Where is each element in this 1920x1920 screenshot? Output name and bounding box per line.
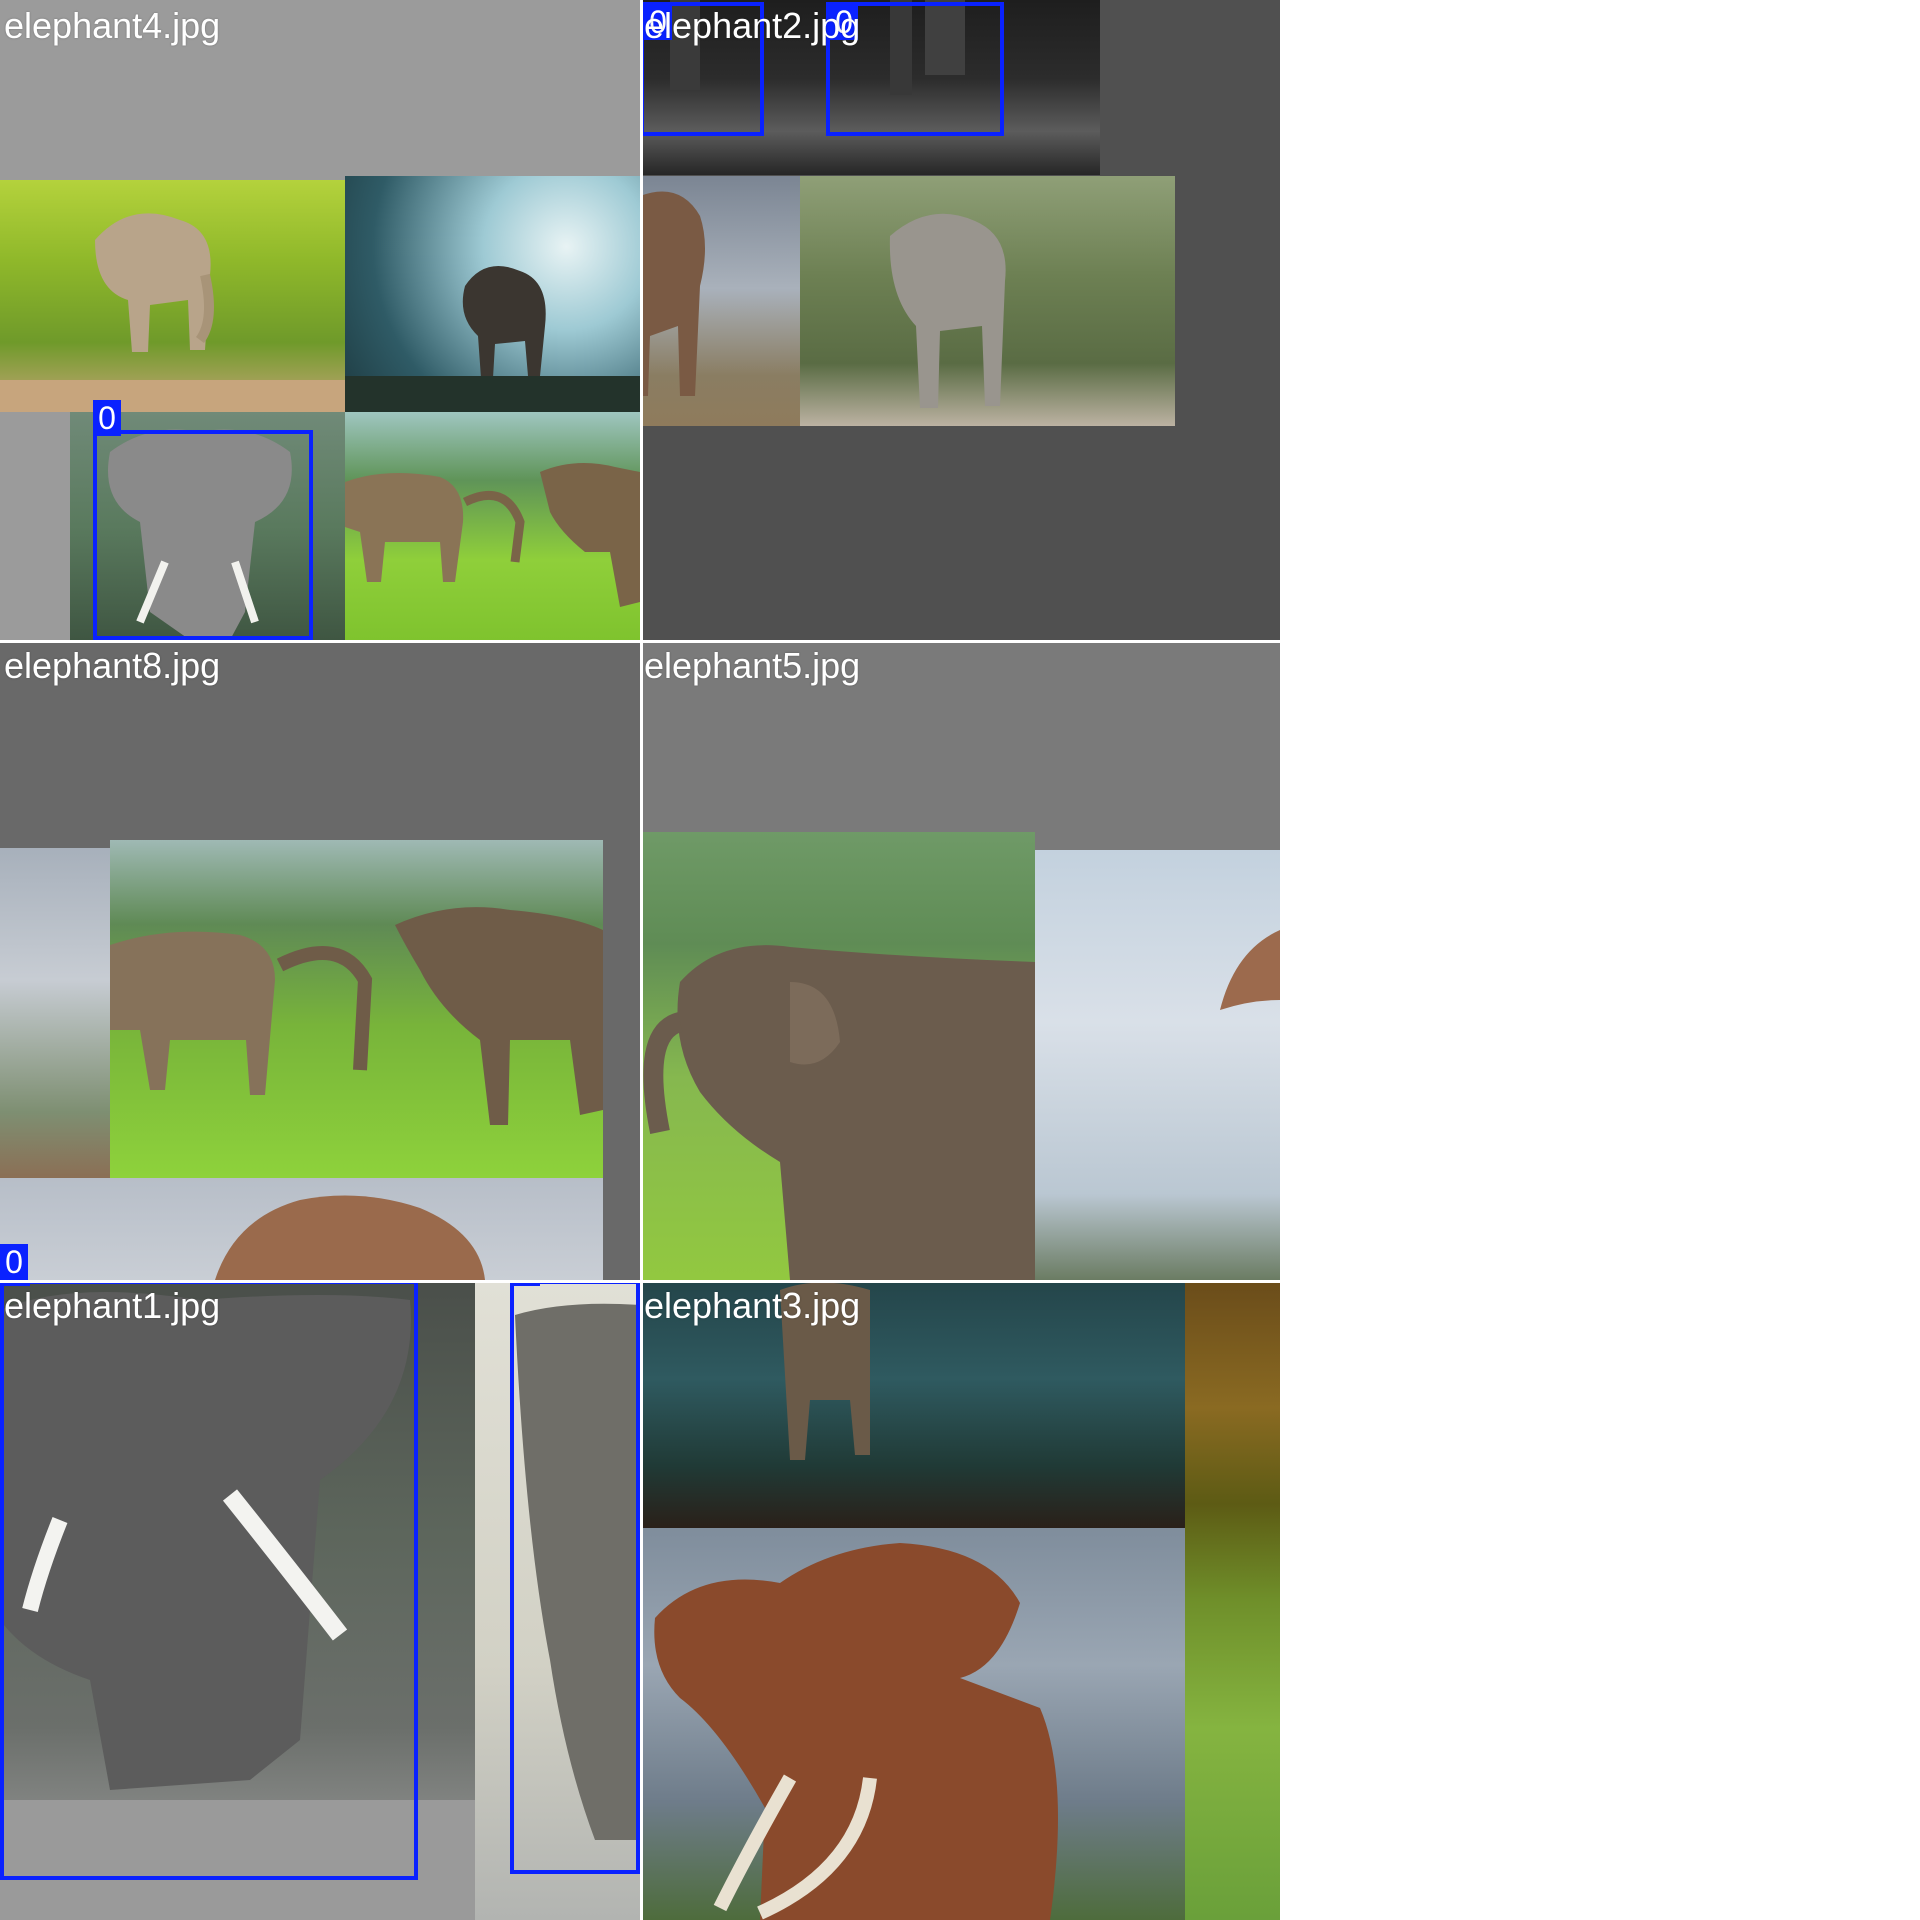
mosaic-tile-elephant2: elephant2.jpg 0 0 [640,0,1280,640]
elephant-silhouette [110,907,603,1125]
elephant-forest-faded-photo [800,176,1175,426]
mosaic-tile-elephant4: elephant4.jpg 0 [0,0,640,640]
mosaic-tile-elephant1: elephant1.jpg 0 0 [0,1280,640,1920]
mosaic-tile-elephant5: elephant5.jpg [640,640,1280,1280]
olive-blur-strip-photo [1185,1280,1280,1920]
detection-box: 0 [0,1280,418,1880]
elephants-grass-photo [345,412,640,640]
tile-filename: elephant3.jpg [644,1285,861,1326]
mosaic-tile-elephant8: elephant8.jpg 0 [0,640,640,1280]
detection-box: 0 [510,1280,640,1874]
elephant-silhouette [345,463,640,607]
elephant-silhouette [640,191,705,396]
elephant-silhouette [654,1543,1058,1920]
detection-class-label: 0 [0,1244,28,1280]
tile-filename: elephant1.jpg [4,1285,221,1326]
tile-filename: elephant8.jpg [4,645,221,686]
elephant-silhouette [345,266,640,412]
elephant-side-photo [640,832,1035,1280]
detection-box: 0 [93,400,313,640]
sky-strip-photo [0,848,110,1178]
elephant-red-photo [640,1528,1185,1920]
tile-filename: elephant2.jpg [644,5,861,46]
detection-class-label: 0 [93,400,121,436]
elephant-silhouette [889,213,1006,408]
grid-divider-horizontal [0,640,1280,643]
elephant-silhouette [643,945,1035,1280]
elephant-sky-photo [640,176,800,426]
elephants-greeting-photo [110,840,603,1178]
sky-right-photo [1035,850,1280,1280]
grid-divider-horizontal [0,1280,1280,1283]
tile-filename: elephant5.jpg [644,645,861,686]
mosaic-tile-elephant3: elephant3.jpg [640,1280,1280,1920]
elephant-silhouette [0,213,345,412]
elephant-silhouette [215,1195,485,1280]
elephant-misty-photo [345,176,640,412]
elephant-forest-photo [0,180,345,412]
tile-filename: elephant4.jpg [4,5,221,46]
grid-divider-vertical [640,0,643,1920]
elephant-ear [1220,930,1280,1010]
elephant-ears-sky-photo [0,1178,603,1280]
